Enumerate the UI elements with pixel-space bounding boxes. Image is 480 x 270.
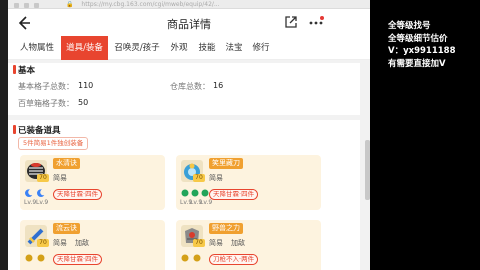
herb-box-value: 50 xyxy=(78,98,89,107)
item-name: 野兽之力 xyxy=(209,223,243,234)
warehouse-label: 仓库总数： xyxy=(170,82,210,91)
equipment-summary-tag: 5件简易1件独创装备 xyxy=(18,137,89,150)
tab-items-equipment[interactable]: 道具/装备 xyxy=(61,36,108,60)
section-title-basics: 基本 xyxy=(18,66,36,76)
tab-treasures[interactable]: 法宝 xyxy=(222,36,246,60)
level-badge-icon: 70 xyxy=(37,174,49,182)
contact-overlay: 全等级找号 全等级细节估价 V：yx9911188 有需要直接加V xyxy=(388,20,480,70)
set-bonus-tag: 天降甘霖·四件 xyxy=(53,254,103,265)
gem-gold-icon xyxy=(193,254,201,262)
warehouse-value: 16 xyxy=(213,81,224,90)
lock-icon: 🔒 xyxy=(66,1,74,8)
gem-moon-icon xyxy=(25,189,33,197)
equipment-item[interactable]: 70 水清诀 简易 Lv.9 Lv.9 天降甘霖·四件 xyxy=(20,155,165,210)
gem-moon-icon xyxy=(37,189,45,197)
tab-skills[interactable]: 技能 xyxy=(195,36,219,60)
item-attribute: 加敌 xyxy=(231,239,245,247)
item-attribute: 加敌 xyxy=(75,239,89,247)
tab-character-attributes[interactable]: 人物属性 xyxy=(14,36,60,60)
item-attribute: 简易 xyxy=(53,239,67,247)
equipment-item[interactable]: 70 笑里藏刀 简易 Lv.9 Lv.9 Lv.9 天降甘霖·四件 xyxy=(176,155,321,210)
set-bonus-tag: 天降甘霖·四件 xyxy=(209,189,259,200)
share-icon[interactable] xyxy=(284,15,298,29)
section-title-equipped: 已装备道具 xyxy=(18,126,61,136)
overlay-line: 全等级找号 xyxy=(388,21,431,31)
browser-url-bar[interactable]: 🔒 https://my.cbg.163.com/cgi/mweb/equip/… xyxy=(8,0,370,9)
gem-green-icon xyxy=(191,189,199,197)
page-header: 商品详情 xyxy=(8,9,370,36)
browser-tabs xyxy=(14,2,54,8)
item-attribute: 简易 xyxy=(209,239,223,247)
screen: 🔒 https://my.cbg.163.com/cgi/mweb/equip/… xyxy=(0,0,480,270)
section-marker xyxy=(13,125,16,134)
item-attribute: 简易 xyxy=(209,174,223,182)
overlay-line: V：yx9911188 xyxy=(388,46,456,56)
scrollbar[interactable] xyxy=(365,140,370,200)
total-slots-value: 110 xyxy=(78,81,94,90)
level-badge-icon: 70 xyxy=(193,239,205,247)
item-name: 流云诀 xyxy=(53,223,80,234)
notification-dot xyxy=(320,16,324,20)
section-marker xyxy=(13,65,16,74)
gem-gold-icon xyxy=(37,254,45,262)
gem-green-icon xyxy=(181,189,189,197)
tab-cultivation[interactable]: 修行 xyxy=(249,36,273,60)
overlay-line: 全等级细节估价 xyxy=(388,33,448,44)
gem-gold-icon xyxy=(25,254,33,262)
window-edge xyxy=(0,0,8,270)
gem-level: Lv.9 xyxy=(36,199,49,206)
content-area: 基本 基本格子总数： 110 仓库总数： 16 百草箱格子数： 50 已装备道具… xyxy=(8,60,370,270)
equipment-item[interactable]: 70 流云诀 简易 加敌 天降甘霖·四件 xyxy=(20,220,165,270)
url-text: https://my.cbg.163.com/cgi/mweb/equip/42… xyxy=(81,1,220,8)
gem-gold-icon xyxy=(181,254,189,262)
gem-level: Lv.9 xyxy=(200,199,213,206)
tab-bar: 人物属性 道具/装备 召唤灵/孩子 外观 技能 法宝 修行 xyxy=(8,36,370,60)
set-bonus-tag: 刀枪不入·两件 xyxy=(209,254,259,265)
app-viewport: 🔒 https://my.cbg.163.com/cgi/mweb/equip/… xyxy=(8,0,370,270)
level-badge-icon: 70 xyxy=(193,174,205,182)
item-name: 笑里藏刀 xyxy=(209,158,243,169)
level-badge-icon: 70 xyxy=(37,239,49,247)
gem-green-icon xyxy=(201,189,209,197)
set-bonus-tag: 天降甘霖·四件 xyxy=(53,189,103,200)
gem-level: Lv.9 xyxy=(24,199,37,206)
item-name: 水清诀 xyxy=(53,158,80,169)
tab-appearance[interactable]: 外观 xyxy=(166,36,192,60)
herb-box-label: 百草箱格子数： xyxy=(18,99,74,108)
total-slots-label: 基本格子总数： xyxy=(18,82,74,91)
overlay-line: 有需要直接加V xyxy=(388,58,446,69)
basics-card: 基本 基本格子总数： 110 仓库总数： 16 百草箱格子数： 50 xyxy=(8,63,360,115)
item-attribute: 简易 xyxy=(53,174,67,182)
tab-summons-children[interactable]: 召唤灵/孩子 xyxy=(109,36,165,60)
equipment-item[interactable]: 70 野兽之力 简易 加敌 刀枪不入·两件 xyxy=(176,220,321,270)
